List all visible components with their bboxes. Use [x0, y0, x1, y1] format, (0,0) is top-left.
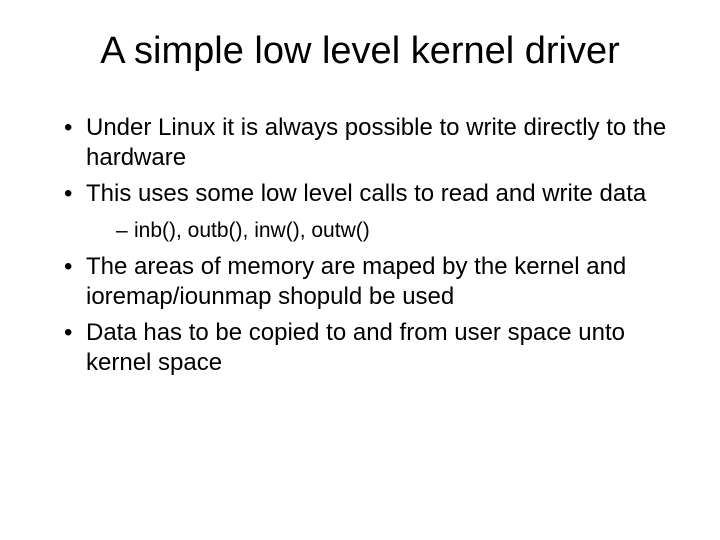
slide-title: A simple low level kernel driver: [40, 30, 680, 73]
list-item: Data has to be copied to and from user s…: [64, 318, 680, 378]
sub-bullet-text: inb(), outb(), inw(), outw(): [134, 219, 370, 242]
sub-list-item: inb(), outb(), inw(), outw(): [116, 217, 680, 244]
bullet-text: Data has to be copied to and from user s…: [86, 319, 625, 376]
list-item: Under Linux it is always possible to wri…: [64, 113, 680, 173]
bullet-text: This uses some low level calls to read a…: [86, 180, 646, 207]
bullet-text: The areas of memory are maped by the ker…: [86, 253, 626, 310]
slide: A simple low level kernel driver Under L…: [0, 0, 720, 540]
bullet-list: Under Linux it is always possible to wri…: [40, 113, 680, 378]
bullet-text: Under Linux it is always possible to wri…: [86, 114, 666, 171]
list-item: The areas of memory are maped by the ker…: [64, 252, 680, 312]
list-item: This uses some low level calls to read a…: [64, 179, 680, 244]
sub-list: inb(), outb(), inw(), outw(): [86, 217, 680, 244]
